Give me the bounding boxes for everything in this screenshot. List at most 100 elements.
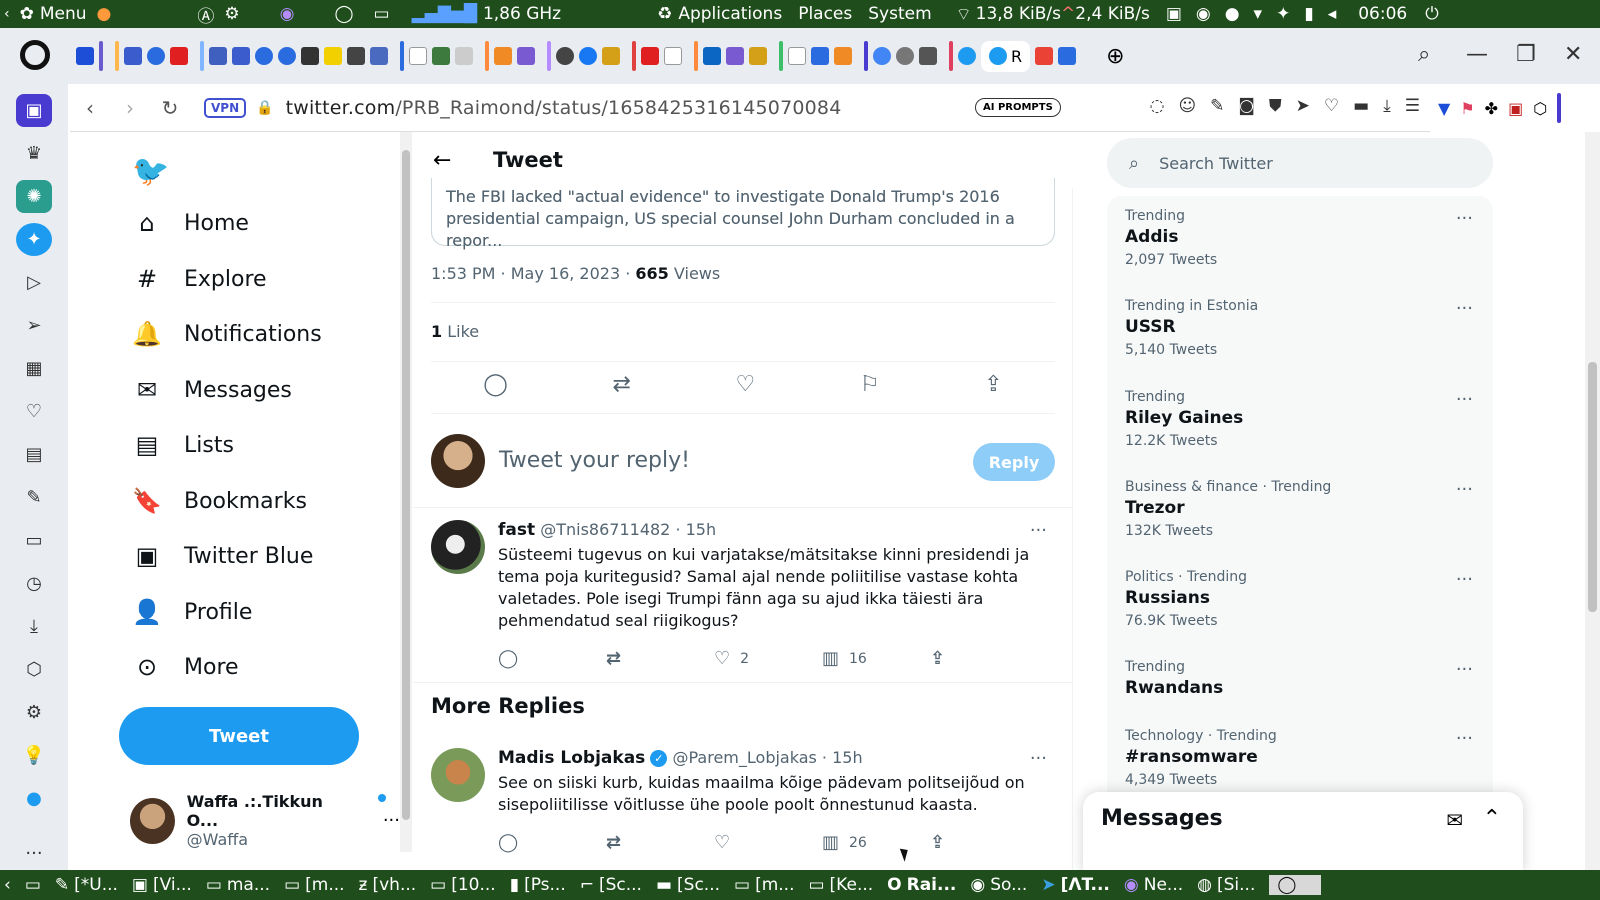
messages-drawer[interactable]: Messages ✉ ⌃ [1083,792,1523,870]
trend-more-icon[interactable]: ··· [1456,298,1473,319]
trend-more-icon[interactable]: ··· [1456,479,1473,500]
twitter-sidebar-icon[interactable]: ✦ [16,223,52,256]
new-tab-button[interactable]: ⊕ [1106,44,1124,69]
trend-more-icon[interactable]: ··· [1456,208,1473,229]
edit-icon[interactable]: ✎ [16,481,52,514]
tab-favicon[interactable] [76,47,94,65]
tab-favicon[interactable] [602,47,620,65]
google-icon[interactable] [873,47,891,65]
wikipedia-icon[interactable] [409,47,427,65]
taskbar-item[interactable]: ▭ ma... [206,875,270,895]
taskbar-item[interactable]: ▭ [m... [734,875,794,895]
download-icon[interactable]: ⤓ [16,610,52,643]
taskbar-item[interactable]: ▭ [10... [430,875,496,895]
news-icon[interactable]: ▤ [16,438,52,471]
trend-more-icon[interactable]: ··· [1456,728,1473,749]
trend-item[interactable]: Trending Riley Gaines 12.2K Tweets ··· [1125,389,1485,449]
settings-icon[interactable]: ⚙ [16,696,52,729]
firefox-icon[interactable]: ● [97,4,112,24]
active-tab[interactable]: R [981,40,1031,72]
tab-favicon[interactable] [124,47,142,65]
taskbar-scroll-left[interactable]: ‹ [4,875,11,895]
twitter-logo-icon[interactable]: 🐦 [132,154,169,189]
reply-action[interactable]: ◯ [498,648,606,669]
tab-group[interactable] [194,41,388,71]
puzzle-icon[interactable]: ✤ [1485,99,1498,118]
nav-profile[interactable]: 👤 Profile [132,597,252,627]
more-icon[interactable]: ··· [16,837,52,870]
apps-icon[interactable]: ▦ [16,352,52,385]
link-card[interactable]: The FBI lacked "actual evidence" to inve… [431,178,1055,250]
tab-favicon[interactable] [255,47,273,65]
taskbar-item[interactable]: ◉ Ne... [1124,875,1183,895]
url-field[interactable]: twitter.com/PRB_Raimond/status/165842531… [286,97,842,119]
nav-explore[interactable]: # Explore [132,264,267,294]
power-icon[interactable]: ⏻ [1425,4,1438,24]
forward-icon[interactable]: › [110,96,150,120]
tab-search-icon[interactable]: ⌕ [1418,42,1430,67]
taskbar-item-blank[interactable]: ◯ [1269,875,1321,895]
retweet-action[interactable]: ⇄ [606,648,714,669]
back-arrow-icon[interactable]: ← [433,148,493,173]
tab-favicon[interactable] [749,47,767,65]
download-icon[interactable]: ⤓ [1383,96,1391,116]
cube-icon[interactable]: ⬡ [16,653,52,686]
linkedin-icon[interactable] [703,47,721,65]
taskbar-item[interactable]: ▭ [m... [284,875,344,895]
tab-favicon[interactable] [834,47,852,65]
tab-group[interactable] [626,41,682,71]
extension-icon[interactable]: ⚑ [1460,99,1474,118]
account-switcher[interactable]: Waffa .:.Tikkun O... @Waffa ··· [130,792,400,849]
camera-icon[interactable]: ◙ [1238,96,1255,116]
trend-item[interactable]: Business & finance · Trending Trezor 132K … [1125,479,1485,539]
nav-lists[interactable]: ▤ Lists [132,430,234,460]
tab-favicon[interactable] [324,47,342,65]
tab-favicon[interactable] [788,47,806,65]
like-action[interactable]: ♡ 2 [714,648,822,669]
trend-more-icon[interactable]: ··· [1456,659,1473,680]
taskbar-item[interactable]: ➤ [ΛT... [1041,875,1110,895]
reply-more-icon[interactable]: ··· [1030,748,1047,769]
chat-icon[interactable]: ● [16,782,52,815]
tab-favicon[interactable] [494,47,512,65]
trend-item[interactable]: Trending Rwandans ··· [1125,659,1485,698]
trend-more-icon[interactable]: ··· [1456,389,1473,410]
tray-icon-a[interactable]: Ⓐ [197,2,214,27]
tab-favicon[interactable] [517,47,535,65]
tab-favicon[interactable] [278,47,296,65]
taskbar-item[interactable]: ◍ [Si... [1197,875,1255,895]
player-icon[interactable]: ▷ [16,266,52,299]
tab-favicon[interactable] [209,47,227,65]
bulb-icon[interactable]: 💡 [16,739,52,772]
nav-messages[interactable]: ✉ Messages [132,375,292,405]
trend-item[interactable]: Trending Addis 2,097 Tweets ··· [1125,208,1485,268]
tab-favicon[interactable] [1058,47,1077,65]
taskbar-item[interactable]: ▮ [Ps... [510,875,566,895]
scrollbar-thumb[interactable] [1588,362,1597,612]
taskbar-item[interactable]: ✎ [*U... [55,875,118,895]
tab-favicon[interactable] [347,47,365,65]
tab-favicon[interactable] [455,47,473,65]
back-icon[interactable]: ‹ [70,96,110,120]
heart-icon[interactable]: ♡ [1324,96,1339,116]
tab-group[interactable] [541,41,620,71]
account-more-icon[interactable]: ··· [383,810,400,831]
tab-favicon[interactable] [896,47,914,65]
shield-icon[interactable]: ⛊ [1269,96,1282,116]
tab-favicon[interactable] [919,47,937,65]
tweet-time[interactable]: 1:53 PM · May 16, 2023 · [431,264,635,283]
twitter-icon[interactable] [958,47,976,65]
tab-group[interactable] [394,41,473,71]
gmail-icon[interactable] [1035,47,1054,65]
battery-icon[interactable]: ▬ [1353,96,1369,116]
taskbar-item[interactable]: ▣ [Vi... [132,875,192,895]
compose-tweet-button[interactable]: Tweet [119,707,359,765]
tab-favicon[interactable] [726,47,744,65]
extension-icon[interactable]: ▼ [1438,99,1450,118]
tab-group[interactable] [70,41,103,71]
applications-menu[interactable]: Applications [678,4,782,24]
reply-button[interactable]: Reply [973,443,1055,481]
show-desktop-icon[interactable]: ▭ [25,875,41,895]
menu-label[interactable]: Menu [40,4,87,24]
tab-favicon[interactable] [147,47,165,65]
